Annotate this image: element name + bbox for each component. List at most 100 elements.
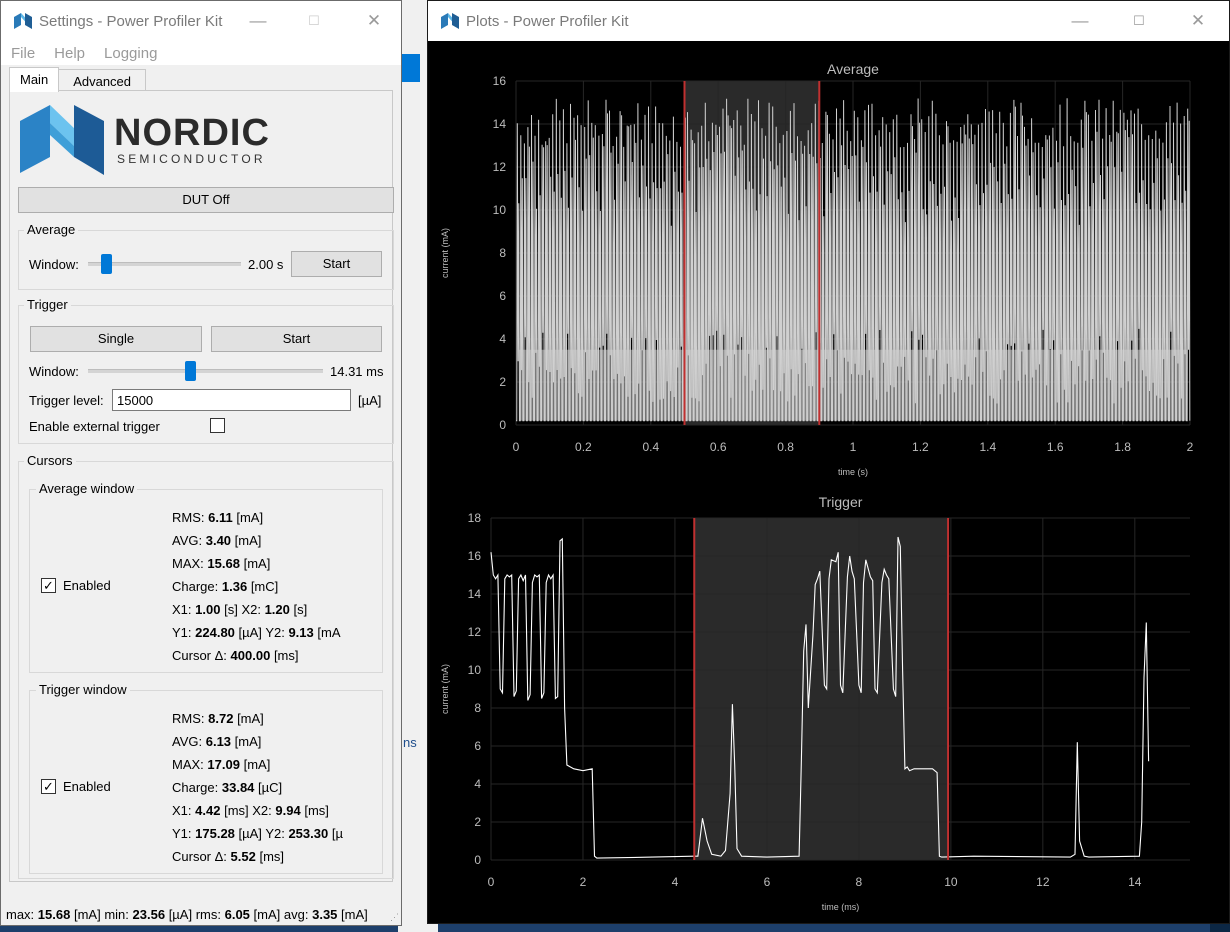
average-plot-title: Average: [827, 61, 879, 77]
plots-maximize-button[interactable]: ☐: [1116, 1, 1162, 41]
avg-x-stat: X1: 1.00 [s] X2: 1.20 [s]: [172, 602, 308, 617]
trigger-ytick-label: 16: [468, 549, 482, 563]
avg-rms-stat: RMS: 6.11 [mA]: [172, 510, 264, 525]
trig-delta-stat: Cursor Δ: 5.52 [ms]: [172, 849, 285, 864]
external-trigger-checkbox[interactable]: [210, 418, 225, 433]
trigger-cursor-region: [694, 518, 949, 860]
plots-close-button[interactable]: ✕: [1175, 1, 1221, 41]
minimize-button[interactable]: —: [235, 1, 281, 41]
plots-minimize-button[interactable]: —: [1057, 1, 1103, 41]
trig-charge-stat: Charge: 33.84 [µC]: [172, 780, 283, 795]
average-xtick-label: 1.6: [1047, 440, 1064, 454]
average-ytick-label: 2: [499, 375, 506, 389]
average-xtick-label: 0: [513, 440, 520, 454]
plots-canvas[interactable]: Average 0 2 4 6 8 10 12 14 16 0 0.2 0.4 0.6 0.8 1 1.2 1.4…: [428, 41, 1229, 923]
trigger-ytick-label: 14: [468, 587, 482, 601]
trigger-window-slider-thumb[interactable]: [185, 361, 196, 381]
background-text: ns: [403, 735, 417, 750]
average-start-button[interactable]: Start: [291, 251, 382, 277]
trigger-ytick-label: 18: [468, 511, 482, 525]
trigger-single-button[interactable]: Single: [30, 326, 202, 352]
nordic-app-icon: [14, 13, 32, 29]
status-bar: max: 15.68 [mA] min: 23.56 [µA] rms: 6.0…: [6, 907, 368, 922]
average-xtick-label: 0.8: [777, 440, 794, 454]
cursors-group-title: Cursors: [24, 453, 76, 468]
trigger-ytick-label: 4: [474, 777, 481, 791]
settings-titlebar[interactable]: Settings - Power Profiler Kit — ☐ ✕: [1, 1, 401, 41]
trigger-ytick-label: 2: [474, 815, 481, 829]
logo-text-nordic: NORDIC: [114, 112, 270, 154]
resize-grip-icon[interactable]: ⋰: [390, 912, 399, 923]
trigger-ytick-label: 6: [474, 739, 481, 753]
average-ytick-label: 0: [499, 418, 506, 432]
nordic-logo-icon: [20, 105, 104, 175]
average-ytick-label: 4: [499, 332, 506, 346]
trig-max-stat: MAX: 17.09 [mA]: [172, 757, 271, 772]
trigger-yaxis-label: current (mA): [440, 664, 450, 714]
dut-off-button[interactable]: DUT Off: [18, 187, 394, 213]
trigger-window-enabled-checkbox[interactable]: ✓: [41, 779, 56, 794]
average-xaxis-label: time (s): [838, 467, 868, 477]
average-window-group-title: Average window: [36, 481, 138, 496]
trigger-xtick-label: 10: [944, 875, 958, 889]
average-xtick-label: 1: [850, 440, 857, 454]
trigger-ytick-label: 8: [474, 701, 481, 715]
average-window-label: Window:: [29, 257, 79, 272]
trigger-xtick-label: 2: [580, 875, 587, 889]
average-ytick-label: 12: [493, 160, 507, 174]
tab-main[interactable]: Main: [9, 67, 60, 92]
settings-window: Settings - Power Profiler Kit — ☐ ✕ File…: [0, 0, 402, 926]
average-yaxis-label: current (mA): [440, 228, 450, 278]
trigger-window-label: Window:: [29, 364, 79, 379]
average-xtick-label: 1.2: [912, 440, 929, 454]
average-ytick-label: 10: [493, 203, 507, 217]
plots-titlebar[interactable]: Plots - Power Profiler Kit — ☐ ✕: [428, 1, 1229, 41]
menu-help[interactable]: Help: [54, 45, 85, 62]
trigger-level-label: Trigger level:: [29, 393, 104, 408]
trigger-plot-title: Trigger: [819, 494, 863, 510]
trigger-window-enabled-label: Enabled: [63, 779, 111, 794]
tab-advanced[interactable]: Advanced: [58, 69, 147, 92]
trigger-ytick-label: 12: [468, 625, 482, 639]
trigger-xtick-label: 12: [1036, 875, 1050, 889]
average-window-slider-thumb[interactable]: [101, 254, 112, 274]
external-trigger-label: Enable external trigger: [29, 419, 160, 434]
average-window-value: 2.00 s: [248, 257, 284, 272]
trigger-window-slider-track[interactable]: [88, 369, 323, 373]
menu-logging[interactable]: Logging: [104, 45, 157, 62]
trigger-xtick-label: 4: [672, 875, 679, 889]
settings-title: Settings - Power Profiler Kit: [39, 12, 223, 30]
trigger-ytick-label: 0: [474, 853, 481, 867]
logo-text-semiconductor: SEMICONDUCTOR: [117, 152, 266, 166]
trigger-start-button[interactable]: Start: [211, 326, 382, 352]
avg-y-stat: Y1: 224.80 [µA] Y2: 9.13 [mA: [172, 625, 341, 640]
trigger-level-input[interactable]: [112, 389, 351, 411]
trigger-window-group-title: Trigger window: [36, 682, 130, 697]
average-window-enabled-label: Enabled: [63, 578, 111, 593]
avg-delta-stat: Cursor Δ: 400.00 [ms]: [172, 648, 299, 663]
trig-rms-stat: RMS: 8.72 [mA]: [172, 711, 264, 726]
average-xtick-label: 0.6: [710, 440, 727, 454]
average-ytick-label: 6: [499, 289, 506, 303]
trigger-xtick-label: 0: [488, 875, 495, 889]
average-ytick-label: 8: [499, 246, 506, 260]
average-xtick-label: 1.8: [1114, 440, 1131, 454]
avg-charge-stat: Charge: 1.36 [mC]: [172, 579, 279, 594]
background-button: [402, 54, 420, 82]
maximize-button[interactable]: ☐: [291, 1, 337, 41]
trig-y-stat: Y1: 175.28 [µA] Y2: 253.30 [µ: [172, 826, 343, 841]
average-window-enabled-checkbox[interactable]: ✓: [41, 578, 56, 593]
trigger-ytick-label: 10: [468, 663, 482, 677]
average-xtick-label: 1.4: [979, 440, 996, 454]
close-button[interactable]: ✕: [351, 1, 397, 41]
trigger-xaxis-label: time (ms): [822, 902, 860, 912]
nordic-app-icon: [441, 13, 459, 29]
menu-file[interactable]: File: [11, 45, 35, 62]
tab-bar: Main Advanced: [9, 67, 147, 92]
average-ytick-label: 14: [493, 117, 507, 131]
trig-avg-stat: AVG: 6.13 [mA]: [172, 734, 262, 749]
trigger-xtick-label: 6: [764, 875, 771, 889]
trigger-window-value: 14.31 ms: [330, 364, 384, 379]
average-series-band: [519, 349, 1187, 421]
trig-x-stat: X1: 4.42 [ms] X2: 9.94 [ms]: [172, 803, 329, 818]
